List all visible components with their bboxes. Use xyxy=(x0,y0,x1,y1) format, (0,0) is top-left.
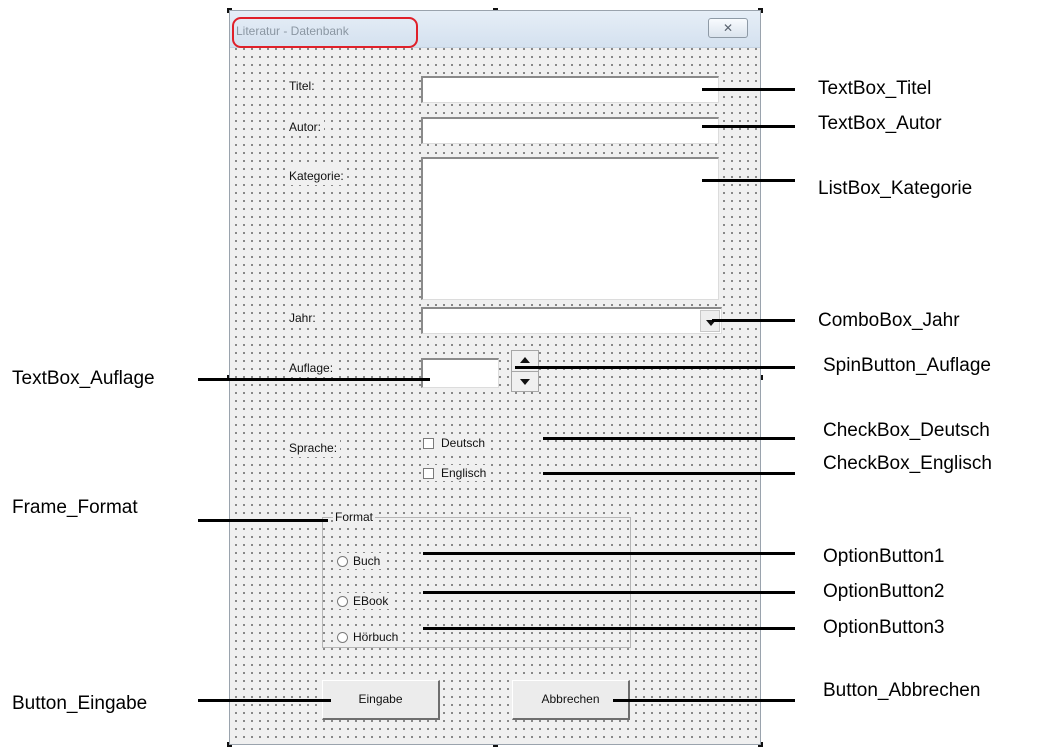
callout-line xyxy=(198,378,430,381)
close-button[interactable]: ✕ xyxy=(708,18,748,38)
callout-frame-format: Frame_Format xyxy=(12,497,138,518)
callout-line xyxy=(198,519,328,522)
combobox-jahr[interactable] xyxy=(421,307,722,334)
label-auflage: Auflage: xyxy=(286,359,337,377)
radio-circle[interactable] xyxy=(337,556,348,567)
arrow-down-icon xyxy=(520,379,530,385)
label-sprache: Sprache: xyxy=(286,439,341,457)
label-jahr: Jahr: xyxy=(286,309,319,327)
callout-line xyxy=(543,437,795,440)
callout-listbox-kategorie: ListBox_Kategorie xyxy=(818,178,973,199)
callout-textbox-auflage: TextBox_Auflage xyxy=(12,368,155,389)
textbox-autor[interactable] xyxy=(421,117,719,144)
callout-checkbox-deutsch: CheckBox_Deutsch xyxy=(823,420,990,441)
label-kategorie: Kategorie: xyxy=(286,167,347,185)
callout-line xyxy=(198,699,331,702)
label-titel: Titel: xyxy=(286,77,318,95)
listbox-kategorie[interactable] xyxy=(421,157,719,300)
optionbutton-ebook[interactable]: EBook xyxy=(337,593,392,609)
checkbox-englisch[interactable]: Englisch xyxy=(423,465,490,481)
callout-optionbutton3: OptionButton3 xyxy=(823,617,945,638)
close-icon: ✕ xyxy=(722,21,734,35)
radio-circle[interactable] xyxy=(337,596,348,607)
frame-format-legend: Format xyxy=(333,510,376,524)
callout-line xyxy=(613,699,795,702)
option-hoerbuch-label: Hörbuch xyxy=(353,630,399,644)
callout-line xyxy=(702,125,795,128)
option-ebook-label: EBook xyxy=(353,594,389,608)
callout-button-abbrechen: Button_Abbrechen xyxy=(823,680,981,701)
checkbox-englisch-label: Englisch xyxy=(441,466,487,480)
option-buch-label: Buch xyxy=(353,554,381,568)
callout-line xyxy=(702,88,795,91)
callout-line xyxy=(423,552,795,555)
callout-optionbutton2: OptionButton2 xyxy=(823,581,945,602)
callout-combobox-jahr: ComboBox_Jahr xyxy=(818,310,960,331)
spin-down-button[interactable] xyxy=(512,372,538,392)
checkbox-deutsch[interactable]: Deutsch xyxy=(423,435,489,451)
title-highlight-ring xyxy=(232,17,418,48)
callout-spinbutton-auflage: SpinButton_Auflage xyxy=(823,355,991,376)
checkbox-box[interactable] xyxy=(423,468,434,479)
callout-line xyxy=(712,319,795,322)
callout-line xyxy=(543,472,795,475)
callout-line xyxy=(515,366,795,369)
textbox-titel[interactable] xyxy=(421,76,719,103)
button-eingabe[interactable]: Eingabe xyxy=(322,680,440,720)
textbox-auflage[interactable] xyxy=(421,358,499,388)
callout-line xyxy=(702,179,795,182)
optionbutton-hoerbuch[interactable]: Hörbuch xyxy=(337,629,402,645)
label-autor: Autor: xyxy=(286,118,325,136)
window-titlebar: Literatur - Datenbank ✕ xyxy=(230,11,760,48)
radio-circle[interactable] xyxy=(337,632,348,643)
arrow-up-icon xyxy=(520,357,530,363)
callout-button-eingabe: Button_Eingabe xyxy=(12,693,148,714)
checkbox-deutsch-label: Deutsch xyxy=(441,436,486,450)
spinbutton-auflage[interactable] xyxy=(511,350,539,392)
callout-optionbutton1: OptionButton1 xyxy=(823,546,945,567)
callout-textbox-titel: TextBox_Titel xyxy=(818,78,932,99)
callout-line xyxy=(423,591,795,594)
callout-textbox-autor: TextBox_Autor xyxy=(818,113,942,134)
callout-checkbox-englisch: CheckBox_Englisch xyxy=(823,453,992,474)
callout-line xyxy=(423,627,795,630)
checkbox-box[interactable] xyxy=(423,438,434,449)
optionbutton-buch[interactable]: Buch xyxy=(337,553,384,569)
